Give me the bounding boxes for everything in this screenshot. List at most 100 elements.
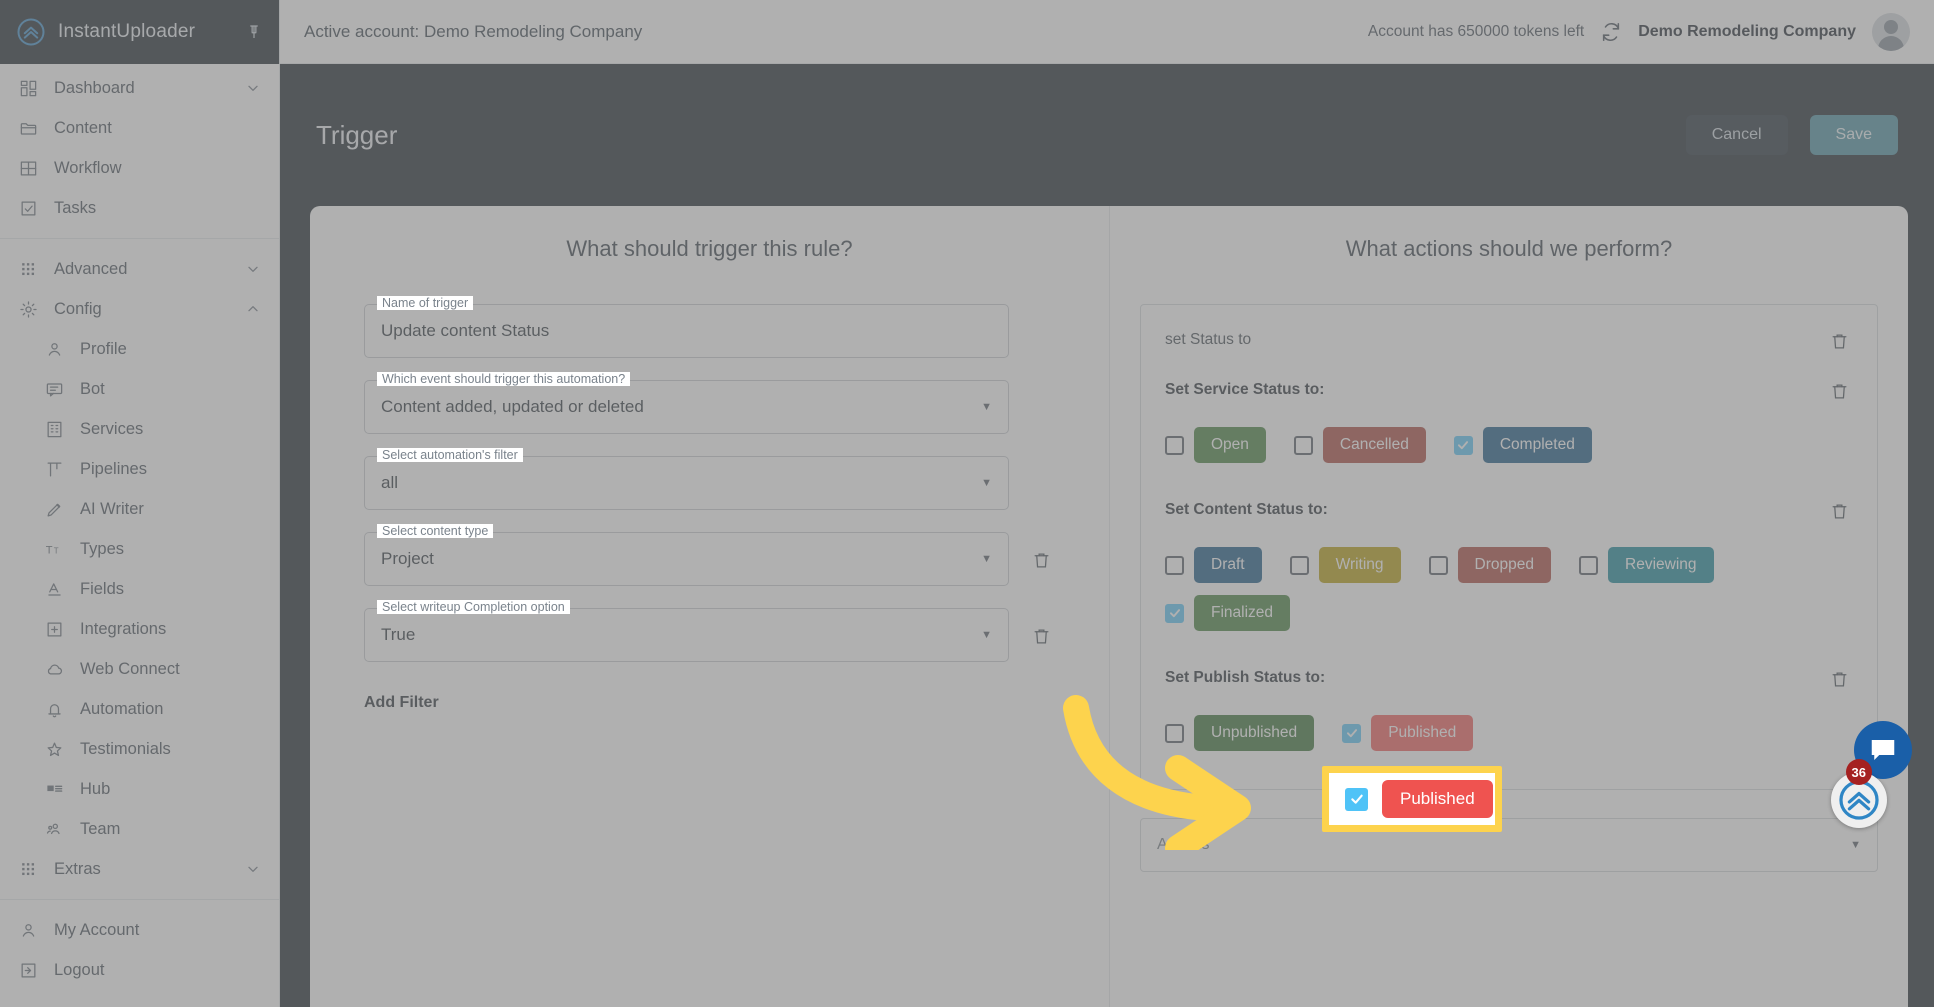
sidebar-item-advanced[interactable]: Advanced xyxy=(0,249,279,289)
sidebar-item-extras[interactable]: Extras xyxy=(0,849,279,889)
cancel-button[interactable]: Cancel xyxy=(1685,115,1788,155)
sidebar-item-services[interactable]: Services xyxy=(0,409,279,449)
status-chip-dropped[interactable]: Dropped xyxy=(1428,547,1552,583)
sidebar-item-tasks[interactable]: Tasks xyxy=(0,188,279,228)
checkbox-dropped[interactable] xyxy=(1428,555,1448,575)
checkbox-draft[interactable] xyxy=(1165,555,1184,575)
checkbox-cancelled[interactable] xyxy=(1293,435,1313,455)
chevron-down-icon[interactable] xyxy=(245,80,261,96)
field-select-automation-s-filter[interactable]: Select automation's filter all ▼ xyxy=(364,448,1009,510)
sidebar-item-content[interactable]: Content xyxy=(0,108,279,148)
checkbox-finalized[interactable] xyxy=(1165,603,1184,623)
sidebar-item-ai-writer[interactable]: AI Writer xyxy=(0,489,279,529)
page-title: Trigger xyxy=(316,119,398,150)
font-size-icon xyxy=(44,579,64,599)
trash-icon[interactable] xyxy=(1825,497,1853,525)
published-checkbox[interactable] xyxy=(1345,787,1368,811)
field-select-content-type[interactable]: Select content type Project ▼ xyxy=(364,524,1009,586)
sidebar-item-pipelines[interactable]: Pipelines xyxy=(0,449,279,489)
message-icon xyxy=(44,379,64,399)
status-group-header: Set Service Status to: xyxy=(1165,381,1853,405)
status-chip-published[interactable]: Published xyxy=(1342,715,1474,751)
field-which-event-should-trigger-this-automation[interactable]: Which event should trigger this automati… xyxy=(364,372,1009,434)
sidebar-item-testimonials[interactable]: Testimonials xyxy=(0,729,279,769)
sidebar-item-logout[interactable]: Logout xyxy=(0,950,279,990)
pin-icon[interactable] xyxy=(245,23,263,41)
sidebar-item-my-account[interactable]: My Account xyxy=(0,910,279,950)
sidebar-item-label: Profile xyxy=(80,339,127,358)
sidebar-item-dashboard[interactable]: Dashboard xyxy=(0,68,279,108)
refresh-icon[interactable] xyxy=(1600,21,1622,43)
dashboard-grid-icon xyxy=(18,78,38,98)
sidebar-item-label: Bot xyxy=(80,379,105,398)
trash-icon[interactable] xyxy=(1825,327,1853,355)
svg-text:T: T xyxy=(45,544,52,556)
status-chip-completed[interactable]: Completed xyxy=(1453,427,1592,463)
chevron-down-icon[interactable] xyxy=(245,261,261,277)
status-chip-cancelled[interactable]: Cancelled xyxy=(1293,427,1426,463)
status-chip-unpublished[interactable]: Unpublished xyxy=(1165,715,1315,751)
field-box[interactable]: Update content Status xyxy=(364,304,1009,358)
status-chip-finalized[interactable]: Finalized xyxy=(1165,595,1291,631)
chip-label-completed[interactable]: Completed xyxy=(1482,427,1592,463)
trash-icon[interactable] xyxy=(1027,546,1055,574)
chip-label-writing[interactable]: Writing xyxy=(1318,547,1401,583)
avatar[interactable] xyxy=(1872,12,1910,51)
sidebar-item-hub[interactable]: Hub xyxy=(0,769,279,809)
sidebar-item-config[interactable]: Config xyxy=(0,289,279,329)
checkbox-open[interactable] xyxy=(1165,435,1184,455)
chevron-down-icon[interactable] xyxy=(245,861,261,877)
checkbox-writing[interactable] xyxy=(1289,555,1309,575)
person-icon xyxy=(44,339,64,359)
field-name-of-trigger[interactable]: Name of trigger Update content Status xyxy=(364,296,1009,358)
trash-icon[interactable] xyxy=(1825,665,1853,693)
sidebar-item-label: Web Connect xyxy=(80,659,180,678)
status-chip-open[interactable]: Open xyxy=(1165,427,1266,463)
chip-label-dropped[interactable]: Dropped xyxy=(1457,547,1552,583)
sidebar-item-web-connect[interactable]: Web Connect xyxy=(0,649,279,689)
field-box[interactable]: Project ▼ xyxy=(364,532,1009,586)
checkbox-completed[interactable] xyxy=(1453,435,1473,455)
chip-label-reviewing[interactable]: Reviewing xyxy=(1608,547,1714,583)
chip-label-open[interactable]: Open xyxy=(1194,427,1266,463)
trash-icon[interactable] xyxy=(1027,622,1055,650)
chip-label-published[interactable]: Published xyxy=(1371,715,1474,751)
sidebar-item-types[interactable]: T T Types xyxy=(0,529,279,569)
status-chip-draft[interactable]: Draft xyxy=(1165,547,1262,583)
checkbox-published[interactable] xyxy=(1342,723,1362,743)
save-button[interactable]: Save xyxy=(1809,115,1898,155)
sidebar-item-label: Workflow xyxy=(54,158,122,177)
chevron-down-icon: ▼ xyxy=(981,400,992,413)
published-chip[interactable]: Published xyxy=(1382,780,1493,818)
sidebar-item-integrations[interactable]: Integrations xyxy=(0,609,279,649)
field-box[interactable]: Content added, updated or deleted ▼ xyxy=(364,380,1009,434)
sidebar-item-workflow[interactable]: Workflow xyxy=(0,148,279,188)
trash-icon[interactable] xyxy=(1825,377,1853,405)
sidebar-item-fields[interactable]: Fields xyxy=(0,569,279,609)
actions-select[interactable]: Actions ▼ xyxy=(1140,818,1878,872)
sidebar-item-team[interactable]: Team xyxy=(0,809,279,849)
field-select-writeup-completion-option[interactable]: Select writeup Completion option True ▼ xyxy=(364,600,1009,662)
chevron-up-icon[interactable] xyxy=(245,301,261,317)
sidebar-item-profile[interactable]: Profile xyxy=(0,329,279,369)
status-chip-writing[interactable]: Writing xyxy=(1289,547,1401,583)
chevron-down-icon: ▼ xyxy=(981,552,992,565)
chip-label-unpublished[interactable]: Unpublished xyxy=(1194,715,1315,751)
sidebar-item-automation[interactable]: Automation xyxy=(0,689,279,729)
add-filter-button[interactable]: Add Filter xyxy=(364,694,1055,712)
trigger-field-row: Name of trigger Update content Status xyxy=(364,296,1055,380)
highlighted-published-option[interactable]: Published xyxy=(1322,766,1502,832)
field-box[interactable]: all ▼ xyxy=(364,456,1009,510)
sidebar-nav[interactable]: Dashboard Content Workflow Tasks Advanced Con… xyxy=(0,64,279,1007)
field-box[interactable]: True ▼ xyxy=(364,608,1009,662)
chip-label-cancelled[interactable]: Cancelled xyxy=(1322,427,1426,463)
field-value: Update content Status xyxy=(381,321,550,340)
checkbox-reviewing[interactable] xyxy=(1579,555,1599,575)
status-chip-reviewing[interactable]: Reviewing xyxy=(1579,547,1714,583)
chip-label-finalized[interactable]: Finalized xyxy=(1194,595,1291,631)
checkbox-unpublished[interactable] xyxy=(1165,723,1184,743)
sidebar-item-bot[interactable]: Bot xyxy=(0,369,279,409)
sidebar-item-label: Testimonials xyxy=(80,739,171,758)
sidebar-item-label: Dashboard xyxy=(54,78,135,97)
chip-label-draft[interactable]: Draft xyxy=(1194,547,1262,583)
